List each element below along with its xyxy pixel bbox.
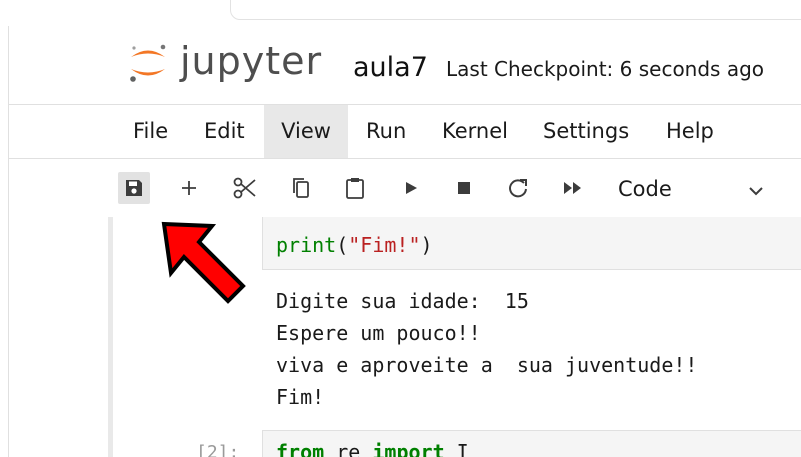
import-name: I bbox=[456, 440, 469, 457]
output-line: Fim! bbox=[276, 385, 325, 409]
menu-edit[interactable]: Edit bbox=[204, 105, 245, 158]
code-line-2: from re import I bbox=[276, 440, 469, 457]
output-line: Digite sua idade: 15 bbox=[276, 289, 529, 313]
restart-button[interactable] bbox=[502, 172, 534, 204]
cell-collapser[interactable] bbox=[108, 217, 113, 457]
red-arrow-annotation-icon bbox=[161, 221, 246, 304]
restart-icon bbox=[509, 179, 527, 198]
notebook-title[interactable]: aula7 bbox=[353, 50, 428, 86]
output-line: viva e aproveite a sua juventude!! bbox=[276, 353, 698, 377]
save-icon bbox=[126, 180, 142, 196]
run-button[interactable] bbox=[395, 172, 427, 204]
fast-forward-icon bbox=[564, 182, 581, 194]
restart-run-all-button[interactable] bbox=[557, 172, 589, 204]
interrupt-button[interactable] bbox=[448, 172, 480, 204]
menu-settings[interactable]: Settings bbox=[543, 105, 629, 158]
paste-icon bbox=[346, 178, 364, 199]
copy-icon bbox=[293, 178, 309, 198]
jupyter-brand[interactable]: jupyter bbox=[180, 36, 322, 86]
cut-button[interactable] bbox=[229, 172, 261, 204]
stop-icon bbox=[458, 182, 470, 194]
code-builtin: print bbox=[276, 233, 337, 257]
add-cell-icon bbox=[182, 181, 196, 195]
menu-file[interactable]: File bbox=[133, 105, 168, 158]
paste-button[interactable] bbox=[339, 172, 371, 204]
run-icon bbox=[406, 182, 417, 194]
module-name: re bbox=[336, 440, 361, 457]
save-button[interactable] bbox=[118, 172, 150, 204]
jupyter-window: jupyter aula7 Last Checkpoint: 6 seconds… bbox=[0, 0, 801, 457]
menu-kernel[interactable]: Kernel bbox=[442, 105, 508, 158]
keyword-import: import bbox=[372, 440, 445, 457]
code-string: "Fim!" bbox=[348, 233, 421, 257]
menu-run[interactable]: Run bbox=[366, 105, 406, 158]
browser-tab[interactable] bbox=[230, 0, 801, 20]
menu-help[interactable]: Help bbox=[666, 105, 714, 158]
insert-cell-button[interactable] bbox=[173, 172, 205, 204]
last-checkpoint: Last Checkpoint: 6 seconds ago bbox=[446, 57, 765, 81]
cell-type-select[interactable]: Code bbox=[618, 172, 672, 206]
cell-output: Digite sua idade: 15 Espere um pouco!! viv… bbox=[276, 285, 697, 413]
chevron-down-icon[interactable] bbox=[745, 180, 767, 202]
copy-button[interactable] bbox=[285, 172, 317, 204]
output-line: Espere um pouco!! bbox=[276, 321, 481, 345]
input-prompt: [2]: bbox=[196, 442, 240, 457]
menu-view[interactable]: View bbox=[264, 105, 348, 158]
cut-icon bbox=[233, 177, 256, 199]
keyword-from: from bbox=[276, 440, 325, 457]
jupyter-logo-icon bbox=[130, 44, 166, 82]
code-line: print("Fim!") bbox=[276, 233, 433, 257]
browser-top-strip bbox=[0, 0, 801, 26]
